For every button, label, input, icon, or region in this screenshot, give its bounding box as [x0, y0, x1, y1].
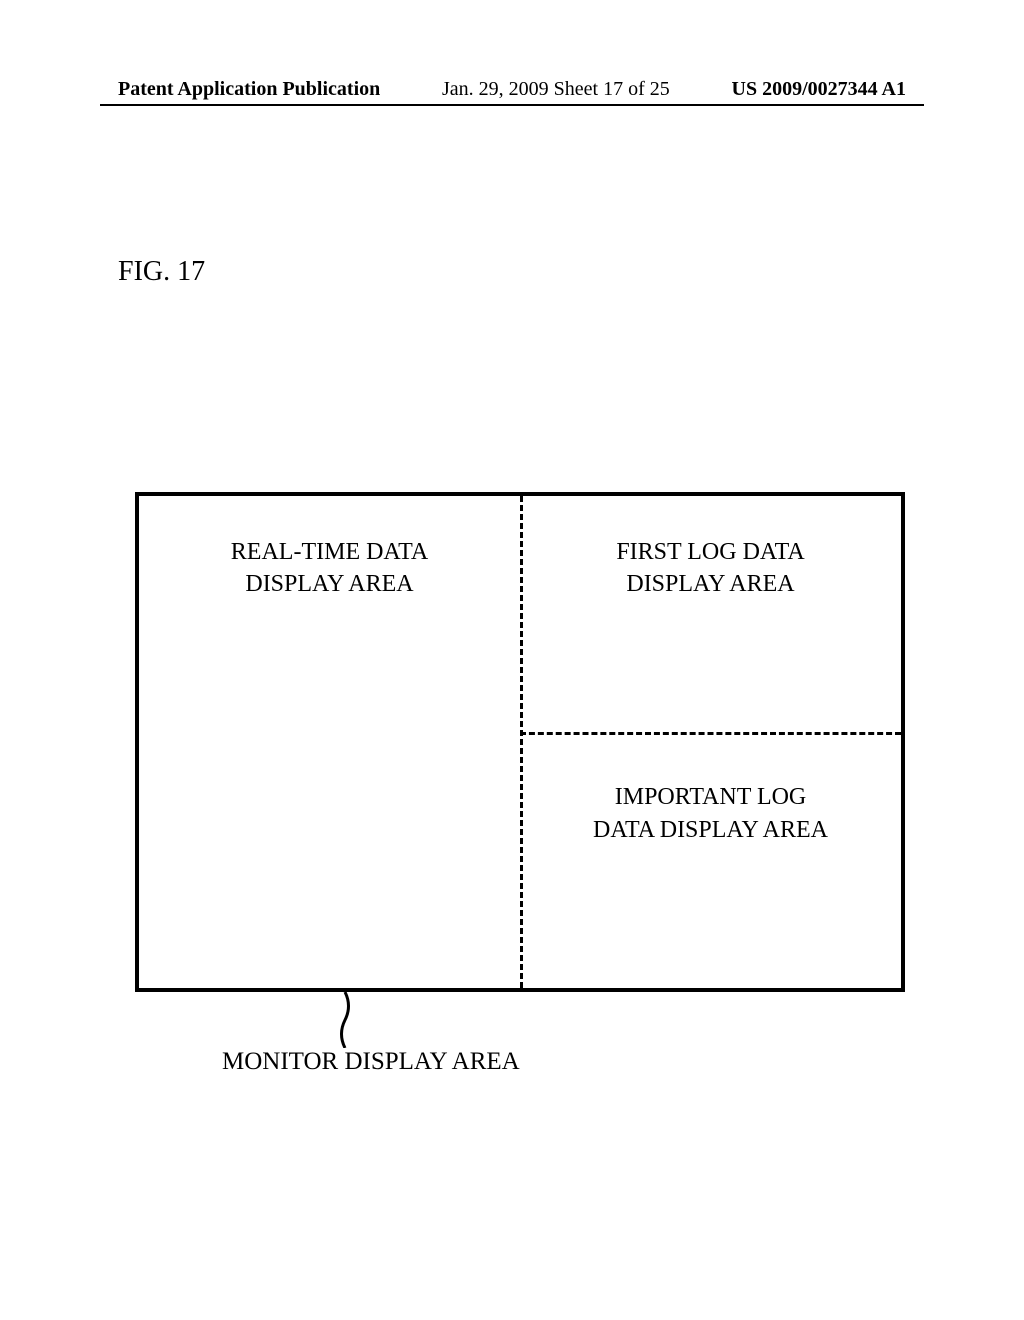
monitor-display-label: MONITOR DISPLAY AREA	[222, 1048, 520, 1076]
header-divider	[100, 104, 924, 106]
first-log-area: FIRST LOG DATA DISPLAY AREA	[520, 536, 901, 601]
realtime-line2: DISPLAY AREA	[139, 568, 520, 600]
header-row: Patent Application Publication Jan. 29, …	[0, 78, 1024, 101]
important-log-area: IMPORTANT LOG DATA DISPLAY AREA	[520, 781, 901, 846]
publication-number: US 2009/0027344 A1	[732, 78, 906, 101]
important-line1: IMPORTANT LOG	[520, 781, 901, 813]
date-sheet-info: Jan. 29, 2009 Sheet 17 of 25	[442, 78, 670, 101]
callout-brace-icon	[330, 992, 360, 1048]
realtime-data-area: REAL-TIME DATA DISPLAY AREA	[139, 536, 520, 601]
firstlog-line2: DISPLAY AREA	[520, 568, 901, 600]
horizontal-divider	[520, 732, 901, 735]
important-line2: DATA DISPLAY AREA	[520, 814, 901, 846]
realtime-line1: REAL-TIME DATA	[139, 536, 520, 568]
figure-label: FIG. 17	[118, 256, 205, 288]
patent-page: Patent Application Publication Jan. 29, …	[0, 0, 1024, 1320]
page-header: Patent Application Publication Jan. 29, …	[0, 78, 1024, 101]
publication-type: Patent Application Publication	[118, 78, 380, 101]
monitor-display-diagram: REAL-TIME DATA DISPLAY AREA FIRST LOG DA…	[135, 492, 905, 992]
firstlog-line1: FIRST LOG DATA	[520, 536, 901, 568]
